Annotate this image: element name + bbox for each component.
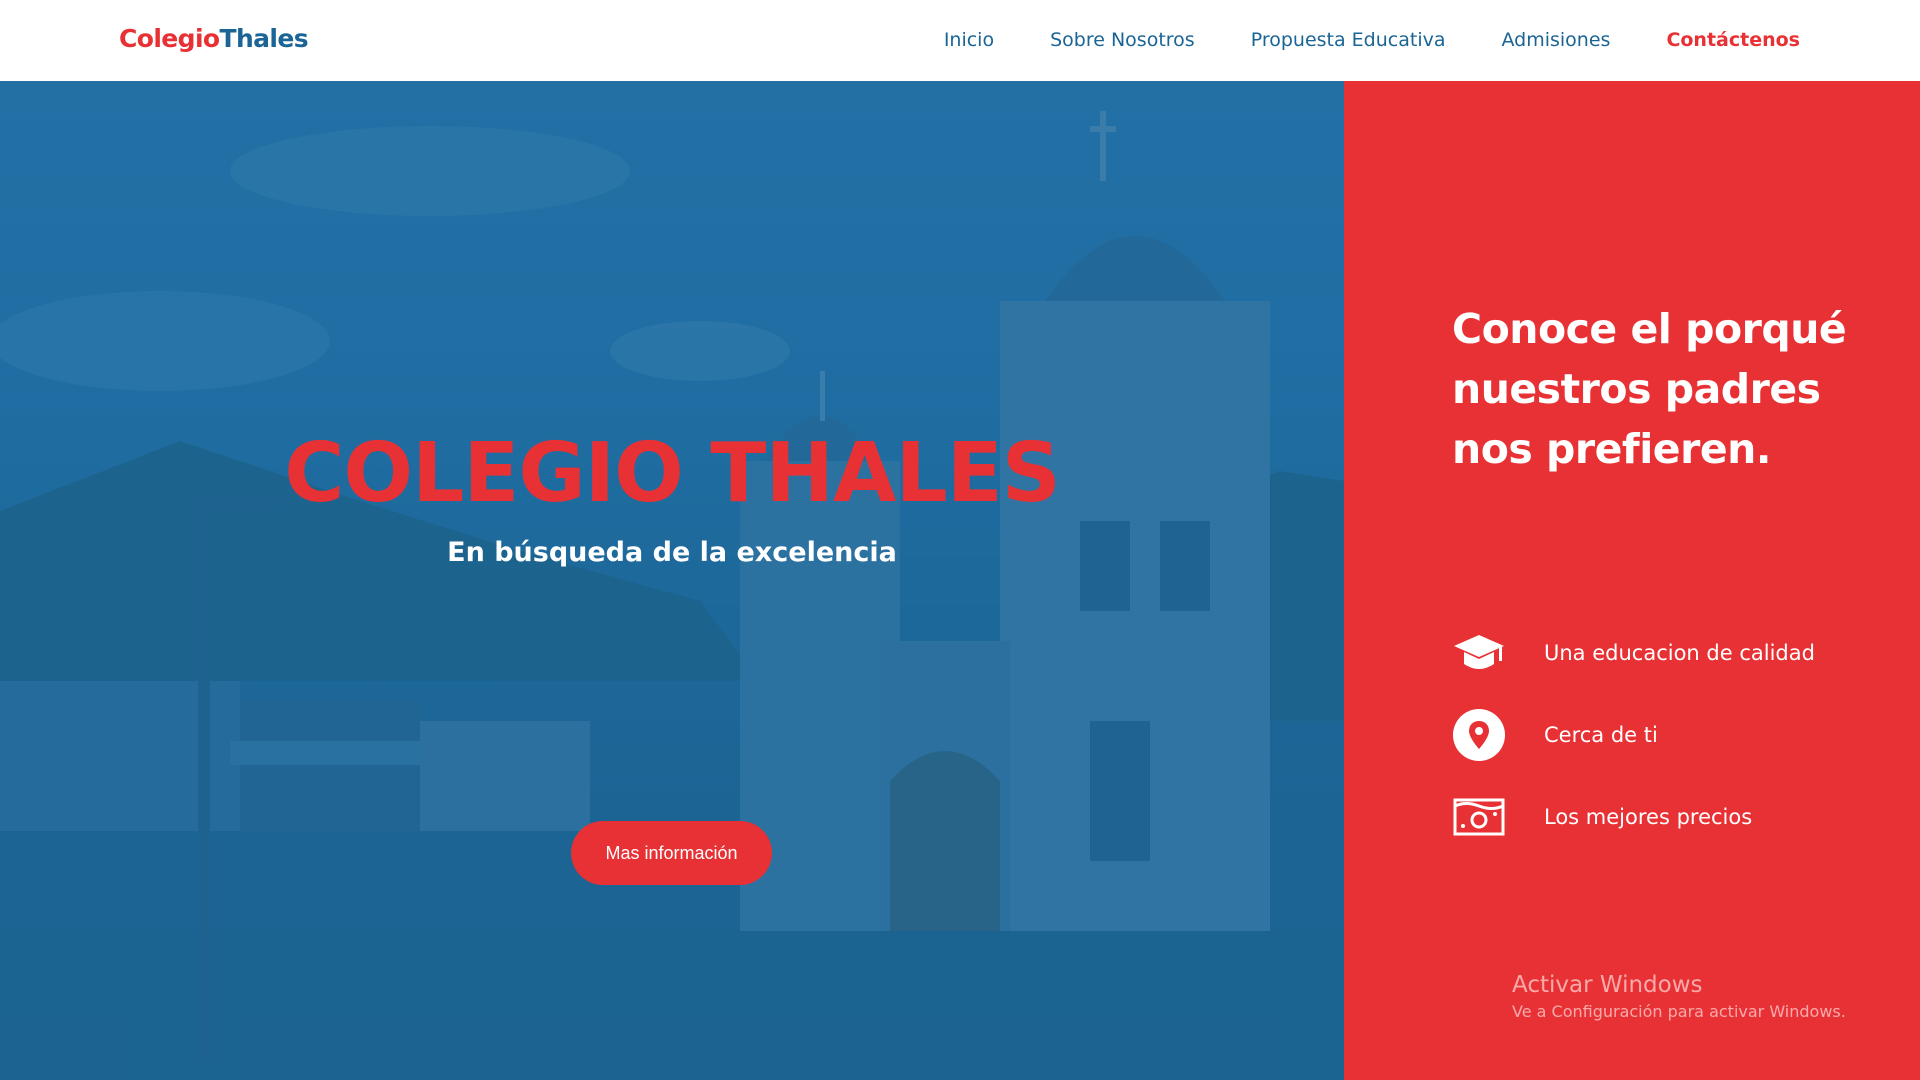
- nav-link-admisiones[interactable]: Admisiones: [1501, 29, 1610, 51]
- location-pin-icon: [1452, 708, 1506, 762]
- nav-link-contactenos[interactable]: Contáctenos: [1666, 29, 1800, 51]
- main-nav: Inicio Sobre Nosotros Propuesta Educativ…: [944, 29, 1800, 51]
- nav-link-inicio[interactable]: Inicio: [944, 29, 994, 51]
- hero-section: COLEGIO THALES En búsqueda de la excelen…: [0, 81, 1344, 1080]
- brand-logo-part2: Thales: [219, 24, 309, 53]
- brand-logo[interactable]: ColegioThales: [119, 24, 309, 53]
- nav-link-propuesta-educativa[interactable]: Propuesta Educativa: [1251, 29, 1446, 51]
- nav-link-sobre-nosotros[interactable]: Sobre Nosotros: [1050, 29, 1195, 51]
- graduation-cap-icon: [1452, 626, 1506, 680]
- hero-blue-overlay: [0, 81, 1344, 1080]
- brand-logo-part1: Colegio: [119, 24, 220, 53]
- watermark-title: Activar Windows: [1512, 972, 1703, 998]
- feature-label: Los mejores precios: [1544, 805, 1753, 829]
- feature-quality-education: Una educacion de calidad: [1452, 626, 1815, 680]
- hero-title: COLEGIO THALES: [284, 426, 1061, 521]
- feature-label: Una educacion de calidad: [1544, 641, 1815, 665]
- feature-nearby: Cerca de ti: [1452, 708, 1658, 762]
- feature-best-prices: Los mejores precios: [1452, 790, 1752, 844]
- windows-activation-watermark: Activar Windows Ve a Configuración para …: [1512, 972, 1846, 1021]
- watermark-subtitle: Ve a Configuración para activar Windows.: [1512, 1002, 1846, 1021]
- navbar: ColegioThales Inicio Sobre Nosotros Prop…: [0, 0, 1920, 81]
- hero-subtitle: En búsqueda de la excelencia: [447, 537, 897, 568]
- more-info-button[interactable]: Mas información: [571, 821, 772, 885]
- benefits-title: Conoce el porqué nuestros padres nos pre…: [1452, 305, 1847, 473]
- feature-label: Cerca de ti: [1544, 723, 1658, 747]
- money-bill-icon: [1452, 790, 1506, 844]
- benefits-panel: Conoce el porqué nuestros padres nos pre…: [1344, 81, 1920, 1080]
